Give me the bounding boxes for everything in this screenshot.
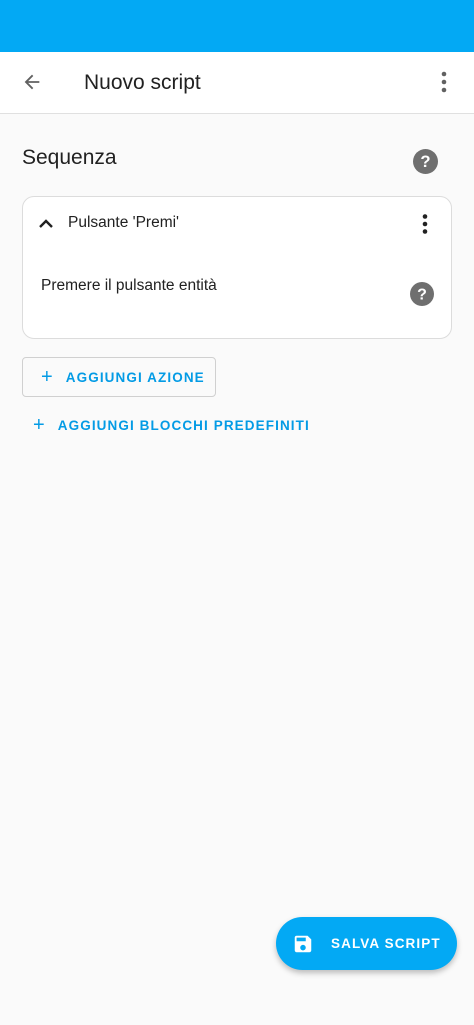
add-blocks-button[interactable]: + AGGIUNGI BLOCCHI PREDEFINITI xyxy=(33,414,310,436)
app-bar: Nuovo script xyxy=(0,52,474,114)
help-circle-icon[interactable]: ? xyxy=(410,282,434,306)
overflow-menu-button[interactable] xyxy=(426,60,462,104)
add-action-label: AGGIUNGI AZIONE xyxy=(65,369,205,385)
action-card: Pulsante 'Premi' Premere il pulsante ent… xyxy=(22,196,452,339)
arrow-left-icon xyxy=(24,74,40,90)
action-card-title[interactable]: Pulsante 'Premi' xyxy=(68,214,179,232)
save-script-label: SALVA SCRIPT xyxy=(331,936,441,951)
help-circle-icon[interactable]: ? xyxy=(413,149,438,174)
status-bar xyxy=(0,0,474,52)
add-blocks-label: AGGIUNGI BLOCCHI PREDEFINITI xyxy=(57,417,310,433)
action-card-menu-button[interactable] xyxy=(415,211,435,237)
back-button[interactable] xyxy=(12,60,52,104)
svg-text:?: ? xyxy=(420,152,430,171)
action-card-description: Premere il pulsante entità xyxy=(41,277,217,294)
save-script-button[interactable]: SALVA SCRIPT xyxy=(276,917,457,970)
page-title: Nuovo script xyxy=(84,71,201,94)
dots-vertical-icon xyxy=(422,214,428,234)
plus-icon: + xyxy=(33,414,46,436)
add-action-button[interactable]: + AGGIUNGI AZIONE xyxy=(22,357,216,397)
section-title: Sequenza xyxy=(22,146,117,169)
plus-icon: + xyxy=(41,366,54,388)
chevron-up-icon[interactable] xyxy=(37,215,55,233)
dots-vertical-icon xyxy=(441,71,447,93)
floppy-disk-icon xyxy=(294,935,312,952)
svg-text:?: ? xyxy=(417,287,427,304)
